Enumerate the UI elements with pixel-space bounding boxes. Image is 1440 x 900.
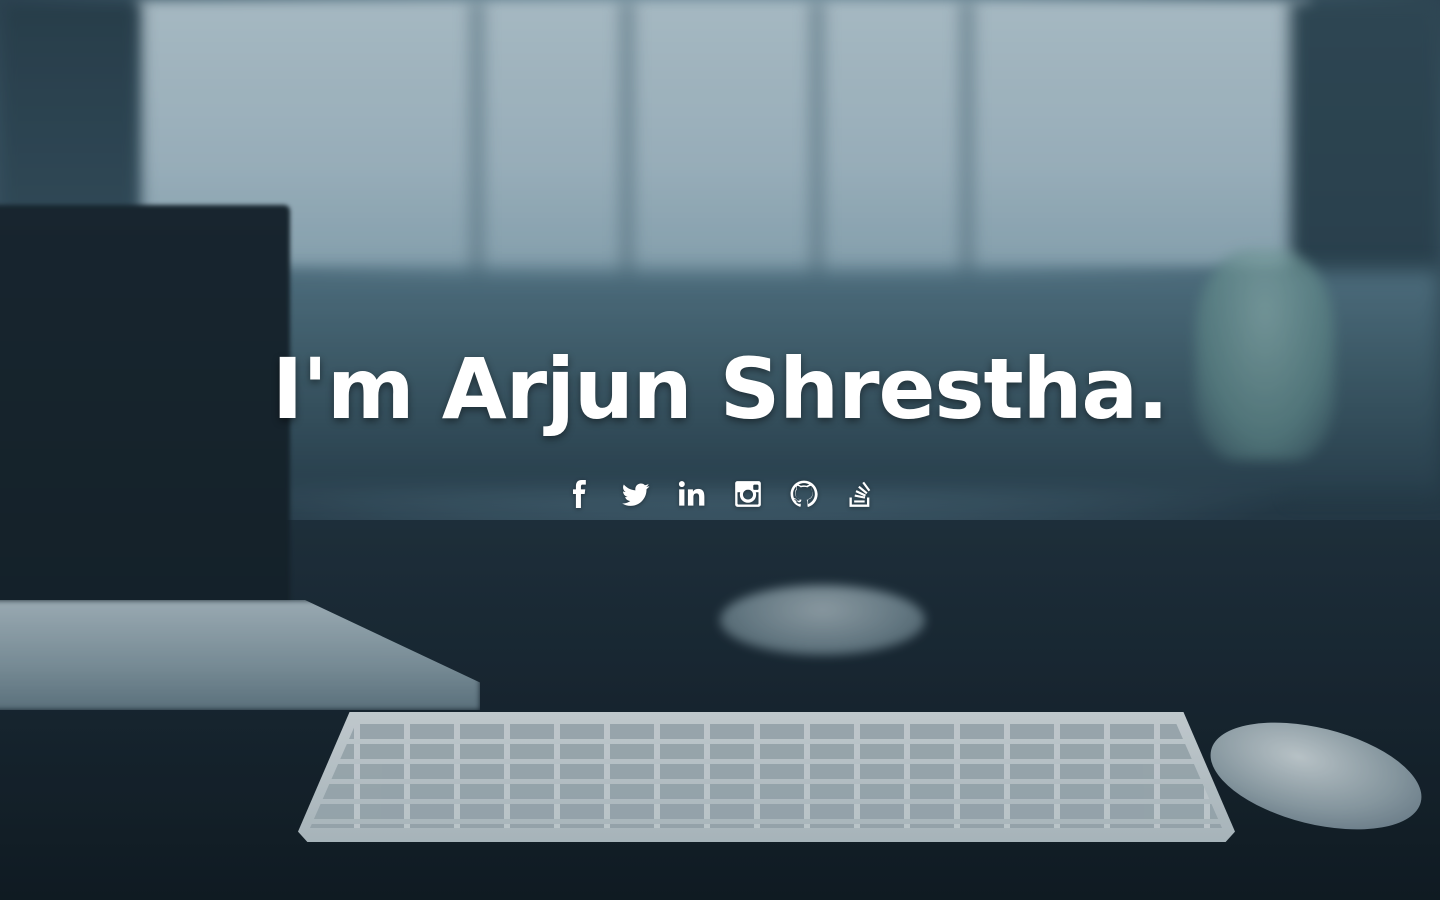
hero-headline: I'm Arjun Shrestha. xyxy=(271,340,1169,438)
facebook-icon xyxy=(573,480,586,508)
social-item xyxy=(790,476,818,512)
social-item xyxy=(678,476,706,512)
twitter-link[interactable] xyxy=(622,476,650,512)
linkedin-icon xyxy=(678,481,705,506)
social-item xyxy=(734,476,762,512)
github-icon xyxy=(790,480,818,507)
background-overlay xyxy=(0,0,1440,900)
stackoverflow-icon xyxy=(849,481,871,507)
stackoverflow-link[interactable] xyxy=(846,476,874,512)
social-links xyxy=(0,476,1440,512)
social-item xyxy=(566,476,594,512)
hero-section: I'm Arjun Shrestha. xyxy=(0,0,1440,900)
linkedin-link[interactable] xyxy=(678,476,706,512)
instagram-icon xyxy=(735,481,761,507)
facebook-link[interactable] xyxy=(566,476,594,512)
instagram-link[interactable] xyxy=(734,476,762,512)
github-link[interactable] xyxy=(790,476,818,512)
social-item xyxy=(846,476,874,512)
social-item xyxy=(622,476,650,512)
twitter-icon xyxy=(622,483,650,506)
